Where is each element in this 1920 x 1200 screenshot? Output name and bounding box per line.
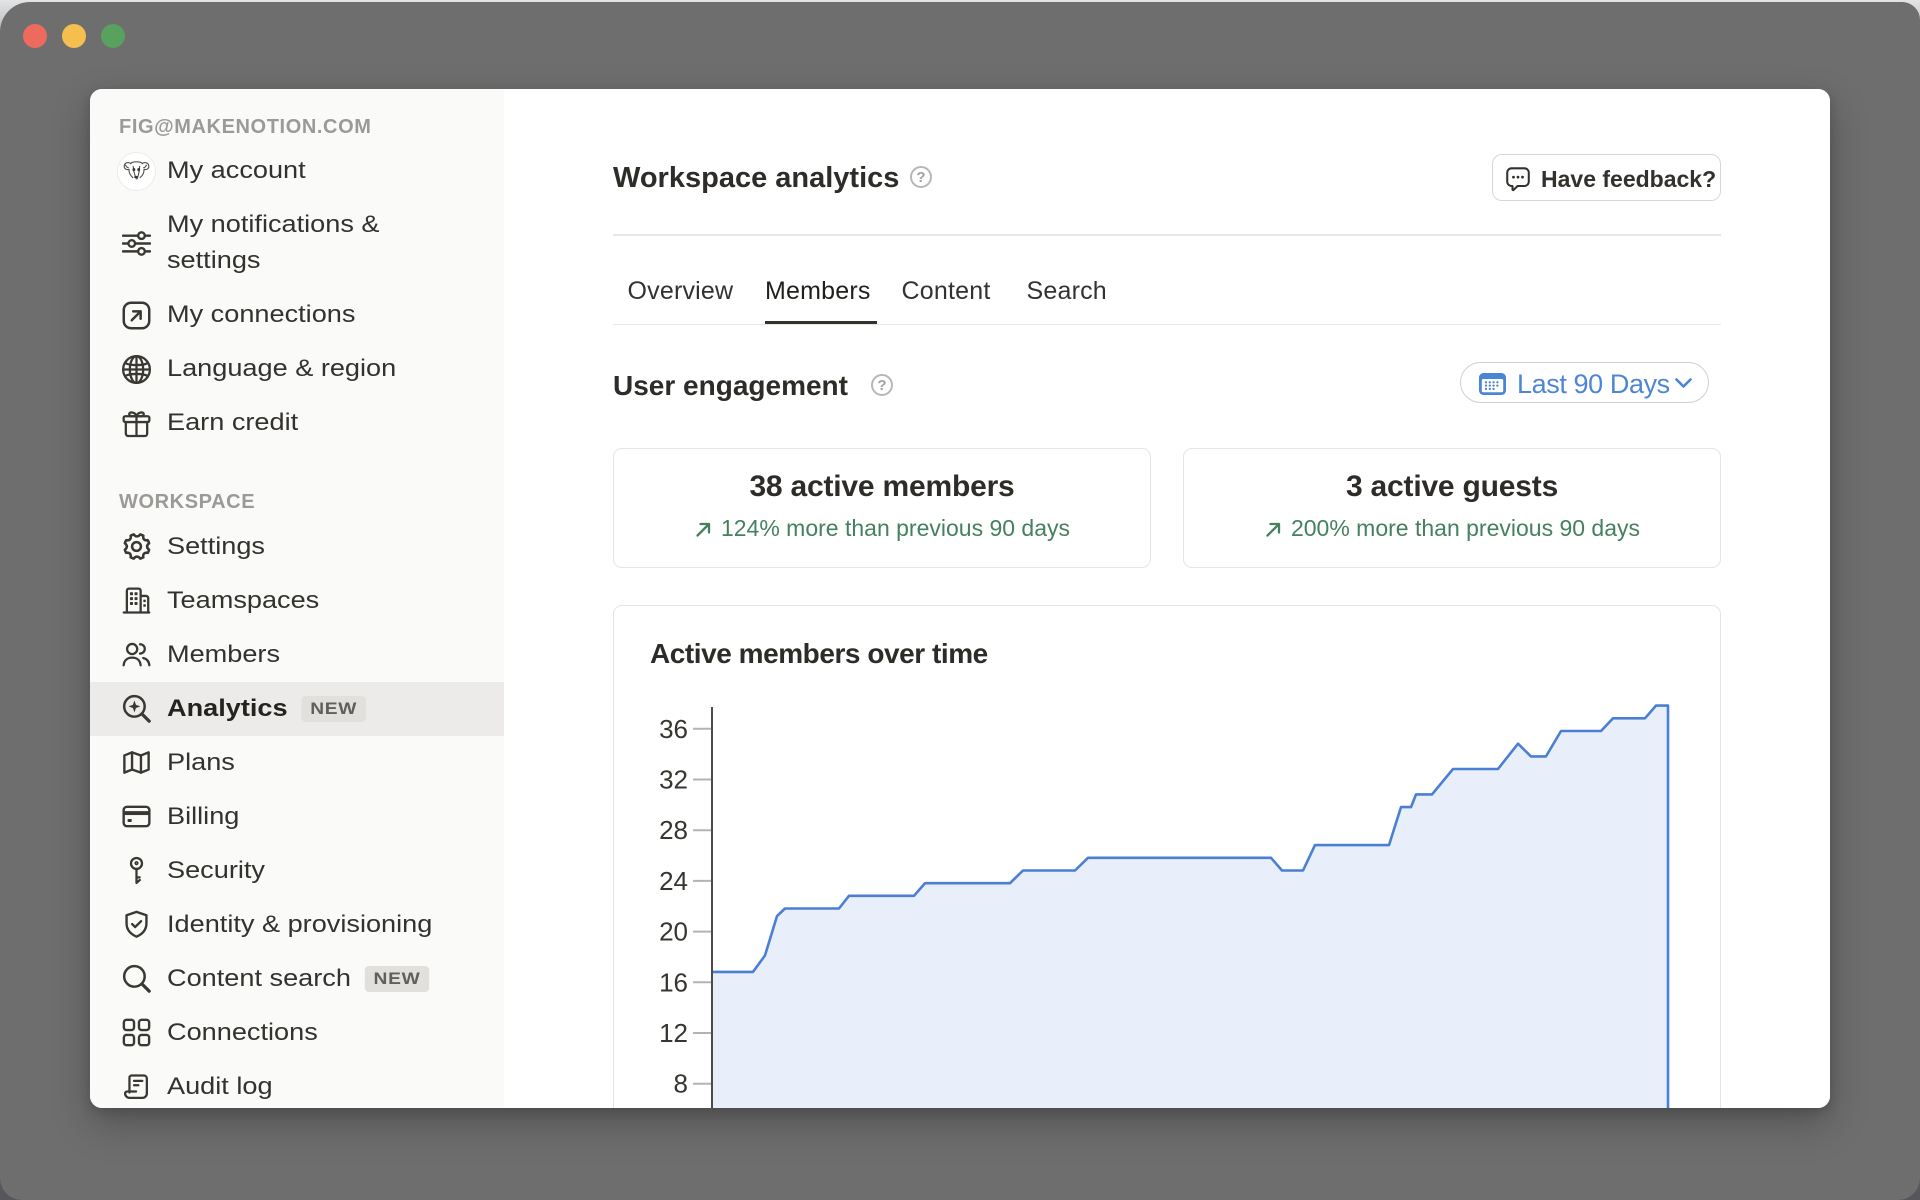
svg-text:16: 16	[659, 967, 688, 997]
svg-text:12: 12	[659, 1018, 688, 1048]
svg-text:24: 24	[659, 866, 688, 896]
svg-text:36: 36	[659, 714, 688, 744]
svg-text:20: 20	[659, 917, 688, 947]
svg-text:28: 28	[659, 815, 688, 845]
svg-text:32: 32	[659, 765, 688, 795]
svg-text:8: 8	[674, 1069, 688, 1099]
